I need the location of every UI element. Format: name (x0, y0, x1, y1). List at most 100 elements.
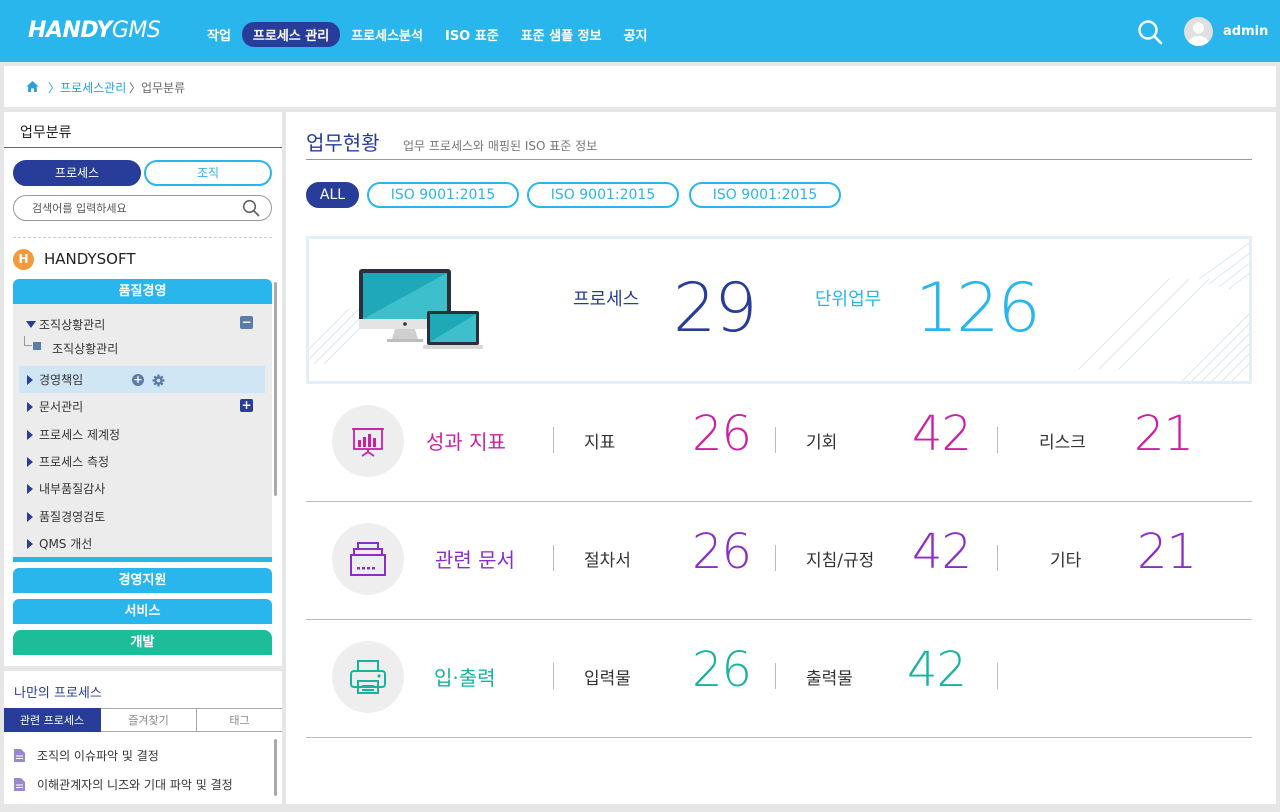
nav-iso-standard[interactable]: ISO 표준 (434, 22, 510, 47)
filter-iso-button[interactable]: ISO 9001:2015 (367, 182, 519, 208)
divider (997, 545, 998, 571)
scrollbar[interactable] (274, 739, 277, 796)
caret-right-icon (27, 375, 33, 385)
divider (775, 663, 776, 689)
list-item[interactable]: 조직의 이슈파악 및 결정 (14, 747, 159, 764)
tab-favorites[interactable]: 즐겨찾기 (101, 708, 197, 732)
nav-process-management[interactable]: 프로세스 관리 (241, 22, 341, 47)
caret-right-icon (27, 402, 33, 412)
output-count[interactable]: 42 (907, 642, 967, 698)
filter-iso-button[interactable]: ISO 9001:2015 (527, 182, 679, 208)
breadcrumb-process-management[interactable]: 〉프로세스관리 (48, 79, 126, 96)
category-development[interactable]: 개발 (13, 630, 272, 655)
nav-work[interactable]: 작업 (196, 22, 242, 47)
document-icon (14, 749, 25, 762)
tree-item-management-responsibility[interactable]: 경영책임 (27, 371, 83, 388)
opportunity-count[interactable]: 42 (912, 406, 972, 462)
leaf-icon (33, 342, 41, 350)
row-title: 관련 문서 (435, 548, 515, 572)
opportunity-label: 기회 (806, 433, 838, 453)
expand-icon[interactable]: + (240, 399, 253, 412)
page-subtitle: 업무 프로세스와 매핑된 ISO 표준 정보 (403, 139, 598, 153)
add-icon[interactable]: + (132, 374, 144, 386)
list-item[interactable]: 이해관계자의 니즈와 기대 파악 및 결정 (14, 776, 233, 793)
risk-count[interactable]: 21 (1134, 406, 1194, 462)
tab-tags[interactable]: 태그 (197, 708, 282, 732)
tree-item-document-management[interactable]: 문서관리 (27, 398, 83, 415)
category-tree: 조직상황관리 − 조직상황관리 경영책임 + 문서관리 + 프로세스 제계정 프… (13, 304, 272, 562)
nav-process-analysis[interactable]: 프로세스분석 (340, 22, 434, 47)
avatar[interactable] (1184, 17, 1213, 46)
nav-notice[interactable]: 공지 (613, 22, 659, 47)
top-header: HANDYGMS 작업 프로세스 관리 프로세스분석 ISO 표준 표준 샘플 … (0, 0, 1280, 62)
caret-right-icon (27, 512, 33, 522)
process-count[interactable]: 29 (673, 269, 758, 348)
tree-item-qms-improvement[interactable]: QMS 개선 (27, 535, 92, 552)
scrollbar[interactable] (274, 282, 277, 496)
caret-right-icon (27, 457, 33, 467)
app-logo[interactable]: HANDYGMS (28, 18, 161, 43)
output-label: 출력물 (806, 669, 853, 689)
icon-circle (332, 641, 404, 713)
filter-iso-button[interactable]: ISO 9001:2015 (689, 182, 841, 208)
nav-standard-sample[interactable]: 표준 샘플 정보 (510, 22, 613, 47)
printer-icon (350, 660, 386, 694)
performance-indicator-row: 성과 지표 지표 26 기회 42 리스크 21 (306, 384, 1252, 502)
search-input[interactable] (32, 200, 232, 216)
process-label: 프로세스 (573, 289, 640, 310)
organization-toggle-button[interactable]: 조직 (144, 160, 272, 186)
tree-item-process-revision[interactable]: 프로세스 제계정 (27, 426, 120, 443)
filter-all-button[interactable]: ALL (306, 182, 359, 208)
other-label: 기타 (1050, 551, 1082, 571)
tree-item-process-measurement[interactable]: 프로세스 측정 (27, 453, 109, 470)
divider (13, 237, 272, 238)
main-nav: 작업 프로세스 관리 프로세스분석 ISO 표준 표준 샘플 정보 공지 (196, 22, 658, 47)
caret-down-icon (26, 321, 36, 328)
divider (553, 545, 554, 571)
other-count[interactable]: 21 (1137, 524, 1197, 580)
my-process-tabs: 관련 프로세스 즐겨찾기 태그 (4, 708, 282, 732)
indicator-count[interactable]: 26 (692, 406, 752, 462)
task-classification-panel: 업무분류 프로세스 조직 H HANDYSOFT 품질경영 조직상황관리 − 조… (4, 112, 282, 666)
unit-task-count[interactable]: 126 (915, 269, 1041, 348)
process-toggle-button[interactable]: 프로세스 (13, 160, 141, 186)
tree-connector (24, 336, 32, 346)
org-logo-icon: H (13, 249, 34, 270)
search-box (13, 195, 272, 221)
caret-right-icon (27, 430, 33, 440)
computer-devices-icon (359, 269, 483, 349)
divider (306, 159, 1252, 160)
page-title: 업무현황 (306, 131, 380, 155)
breadcrumb-task-classification: 〉업무분류 (129, 81, 186, 95)
tree-item-internal-audit[interactable]: 내부품질감사 (27, 480, 105, 497)
document-stack-icon (350, 542, 386, 576)
gear-icon[interactable] (152, 374, 165, 387)
risk-label: 리스크 (1039, 433, 1086, 453)
row-title: 입·출력 (434, 666, 496, 690)
procedure-count[interactable]: 26 (692, 524, 752, 580)
document-icon (14, 778, 25, 791)
user-icon (1188, 22, 1209, 46)
category-management-support[interactable]: 경영지원 (13, 568, 272, 593)
tree-item-management-review[interactable]: 품질경영검토 (27, 508, 105, 525)
task-status-panel: 업무현황 업무 프로세스와 매핑된 ISO 표준 정보 ALL ISO 9001… (286, 112, 1276, 804)
user-name[interactable]: admin (1223, 24, 1268, 39)
divider (775, 427, 776, 453)
search-icon[interactable] (242, 199, 260, 217)
tab-related-process[interactable]: 관련 프로세스 (4, 708, 101, 732)
org-name[interactable]: HANDYSOFT (44, 250, 136, 268)
category-service[interactable]: 서비스 (13, 599, 272, 624)
summary-card: 프로세스 29 단위업무 126 (306, 236, 1252, 384)
icon-circle (332, 523, 404, 595)
input-count[interactable]: 26 (692, 642, 752, 698)
search-icon[interactable] (1137, 19, 1163, 45)
unit-task-label: 단위업무 (815, 289, 882, 310)
input-label: 입력물 (584, 669, 631, 689)
collapse-icon[interactable]: − (240, 316, 253, 329)
tree-item-org-context[interactable]: 조직상황관리 (26, 316, 105, 333)
category-quality-management[interactable]: 품질경영 (13, 279, 272, 304)
tree-item-org-context-child[interactable]: 조직상황관리 (52, 340, 118, 357)
row-title: 성과 지표 (426, 430, 506, 454)
home-icon[interactable] (26, 80, 39, 93)
guideline-count[interactable]: 42 (912, 524, 972, 580)
